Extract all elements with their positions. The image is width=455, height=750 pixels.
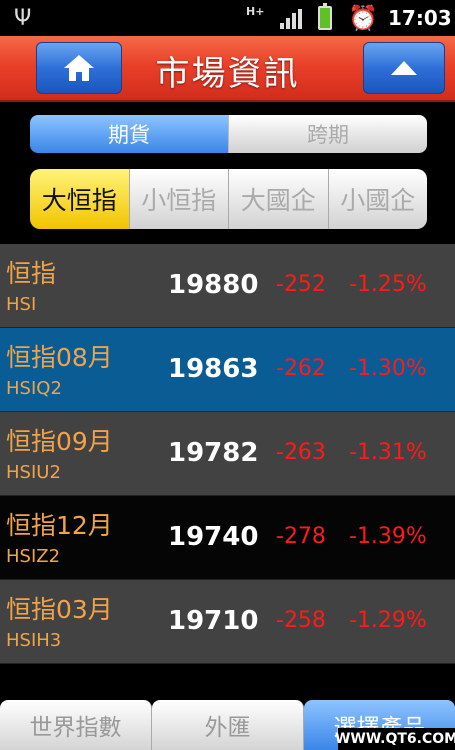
status-bar: Ψ H+ ⏰ 17:03	[0, 0, 455, 36]
quote-change: -262	[276, 356, 326, 381]
title-bar: 市場資訊	[0, 36, 455, 102]
quote-row[interactable]: 恒指03月 HSIH3 19710 -258 -1.29%	[0, 580, 455, 664]
quote-price: 19710	[168, 606, 259, 636]
alarm-icon: ⏰	[348, 4, 378, 32]
quote-change: -252	[276, 272, 326, 297]
quote-name: 恒指09月	[6, 427, 113, 456]
scroll-up-button[interactable]	[363, 42, 445, 94]
quote-price: 19782	[168, 438, 259, 468]
quote-change-pct: -1.29%	[349, 608, 427, 633]
quote-code: HSIQ2	[6, 378, 62, 399]
network-type: H+	[246, 5, 265, 18]
quote-change: -263	[276, 440, 326, 465]
tab-world-indices[interactable]: 世界指數	[0, 700, 152, 750]
quote-name: 恒指08月	[6, 343, 113, 372]
up-arrow-icon	[391, 61, 417, 75]
category-tabs: 大恒指 小恒指 大國企 小國企	[30, 169, 427, 229]
quote-name: 恒指03月	[6, 595, 113, 624]
quote-code: HSIZ2	[6, 546, 61, 567]
mode-tabs: 期貨 跨期	[30, 115, 427, 153]
quote-change-pct: -1.30%	[349, 356, 427, 381]
quote-change-pct: -1.39%	[349, 524, 427, 549]
tab-mini-hhi[interactable]: 小國企	[327, 169, 427, 229]
quote-row[interactable]: 恒指08月 HSIQ2 19863 -262 -1.30%	[0, 328, 455, 412]
watermark: WWW.QT6.COM	[335, 728, 455, 750]
status-time: 17:03	[388, 6, 452, 30]
quote-price: 19863	[168, 354, 259, 384]
tab-mini-hsi[interactable]: 小恒指	[128, 169, 228, 229]
quote-name: 恒指12月	[6, 511, 113, 540]
quote-row[interactable]: 恒指09月 HSIU2 19782 -263 -1.31%	[0, 412, 455, 496]
quote-price: 19740	[168, 522, 259, 552]
quote-change-pct: -1.31%	[349, 440, 427, 465]
tab-futures[interactable]: 期貨	[30, 115, 228, 153]
quote-change-pct: -1.25%	[349, 272, 427, 297]
quote-change: -258	[276, 608, 326, 633]
quote-code: HSIH3	[6, 630, 62, 651]
quote-list: 恒指 HSI 19880 -252 -1.25% 恒指08月 HSIQ2 198…	[0, 244, 455, 664]
quote-row[interactable]: 恒指12月 HSIZ2 19740 -278 -1.39%	[0, 496, 455, 580]
quote-name: 恒指	[6, 259, 57, 288]
list-empty-area	[0, 664, 455, 700]
usb-icon: Ψ	[14, 6, 32, 31]
tab-forex[interactable]: 外匯	[152, 700, 304, 750]
tab-hsi[interactable]: 大恒指	[30, 169, 129, 229]
battery-icon	[318, 3, 332, 30]
quote-code: HSIU2	[6, 462, 61, 483]
quote-code: HSI	[6, 294, 37, 315]
quote-change: -278	[276, 524, 326, 549]
signal-icon	[280, 9, 304, 29]
quote-row[interactable]: 恒指 HSI 19880 -252 -1.25%	[0, 244, 455, 328]
tab-spread[interactable]: 跨期	[228, 115, 427, 153]
quote-price: 19880	[168, 270, 259, 300]
tab-hhi[interactable]: 大國企	[228, 169, 328, 229]
